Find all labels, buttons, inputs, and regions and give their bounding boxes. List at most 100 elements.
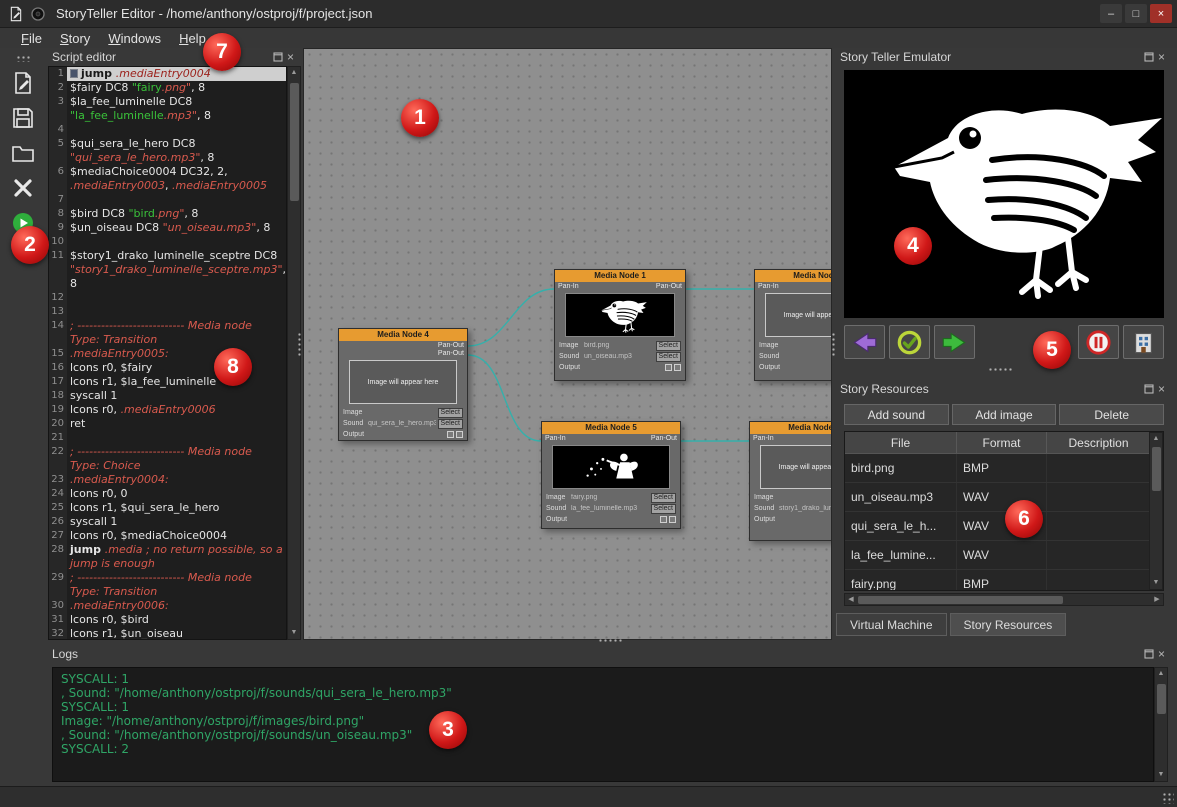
select-button[interactable]: Select: [651, 504, 676, 514]
close-panel-icon[interactable]: ×: [1155, 383, 1168, 396]
script-editor-header: Script editor ×: [48, 48, 301, 66]
port-in-label: Pan-In: [758, 283, 779, 291]
resize-grip[interactable]: [1162, 792, 1174, 804]
select-button[interactable]: Select: [656, 341, 681, 351]
delete-button[interactable]: Delete: [1059, 404, 1164, 425]
new-script-button[interactable]: [10, 70, 36, 96]
code-line: 10: [49, 235, 286, 249]
back-button[interactable]: [844, 325, 885, 359]
close-panel-icon[interactable]: ×: [1155, 648, 1168, 661]
code-line: 14; --------------------------- Media no…: [49, 319, 286, 333]
select-button[interactable]: Select: [438, 408, 463, 418]
code-line: 2$fairy DC8 "fairy.png", 8: [49, 81, 286, 95]
media-node[interactable]: Media Node 4Pan-OutPan-OutImage will app…: [338, 328, 468, 441]
home-button[interactable]: [1123, 325, 1164, 359]
logs-header: Logs ×: [48, 645, 1172, 663]
add-sound-button[interactable]: Add sound: [844, 404, 949, 425]
column-header-description[interactable]: Description: [1047, 432, 1151, 453]
scroll-left-icon[interactable]: ◀: [845, 594, 857, 605]
column-header-format[interactable]: Format: [957, 432, 1047, 453]
column-header-file[interactable]: File: [845, 432, 957, 453]
table-hscrollbar[interactable]: ◀ ▶: [844, 593, 1164, 606]
close-panel-icon[interactable]: ×: [284, 51, 297, 64]
output-icon[interactable]: [669, 516, 676, 523]
menu-file[interactable]: File: [12, 30, 51, 47]
add-image-button[interactable]: Add image: [952, 404, 1057, 425]
table-row[interactable]: un_oiseau.mp3WAV: [845, 483, 1151, 512]
emulator-screen: [844, 70, 1164, 318]
scroll-down-icon[interactable]: ▼: [1155, 769, 1167, 781]
select-button[interactable]: Select: [438, 419, 463, 429]
scrollbar-thumb[interactable]: [1157, 684, 1166, 714]
scrollbar-thumb[interactable]: [290, 83, 299, 201]
scrollbar-thumb[interactable]: [1152, 447, 1161, 491]
close-panel-icon[interactable]: ×: [1155, 51, 1168, 64]
image-placeholder: Image will appear here: [765, 293, 832, 337]
code-line: 28jump .media ; no return possible, so a: [49, 543, 286, 557]
select-button[interactable]: Select: [656, 352, 681, 362]
code-line: 6$mediaChoice0004 DC32, 2,: [49, 165, 286, 179]
tab-story-resources[interactable]: Story Resources: [950, 613, 1067, 636]
port-out-label: Pan-Out: [438, 350, 464, 358]
scroll-down-icon[interactable]: ▼: [1150, 577, 1162, 589]
node-title: Media Node 1: [555, 270, 685, 282]
code-line: 8: [49, 277, 286, 291]
table-scrollbar[interactable]: ▲ ▼: [1149, 432, 1163, 590]
output-icon[interactable]: [660, 516, 667, 523]
title-bar[interactable]: StoryTeller Editor - /home/anthony/ostpr…: [0, 0, 1177, 28]
output-icon[interactable]: [665, 364, 672, 371]
output-icon[interactable]: [447, 431, 454, 438]
code-line: 20ret: [49, 417, 286, 431]
media-node[interactable]: Media Node 5Pan-InPan-OutImagefairy.pngS…: [541, 421, 681, 529]
delete-button[interactable]: [10, 175, 36, 201]
media-node[interactable]: Media Node 1Pan-InPan-OutImagebird.pngSe…: [554, 269, 686, 381]
table-row[interactable]: fairy.pngBMP: [845, 570, 1151, 591]
select-button[interactable]: Select: [651, 493, 676, 503]
menu-windows[interactable]: Windows: [99, 30, 170, 47]
table-row[interactable]: qui_sera_le_h...WAV: [845, 512, 1151, 541]
scrollbar-thumb[interactable]: [858, 596, 1063, 604]
scroll-down-icon[interactable]: ▼: [288, 627, 300, 639]
logs-scrollbar[interactable]: ▲ ▼: [1154, 667, 1168, 782]
undock-panel-icon[interactable]: [1142, 383, 1155, 396]
scroll-right-icon[interactable]: ▶: [1151, 594, 1163, 605]
splitter-grip[interactable]: [598, 638, 624, 643]
code-area[interactable]: 1jump .mediaEntry00042$fairy DC8 "fairy.…: [48, 66, 287, 640]
table-row[interactable]: la_fee_lumine...WAV: [845, 541, 1151, 570]
output-icon[interactable]: [456, 431, 463, 438]
open-button[interactable]: [10, 140, 36, 166]
menu-story[interactable]: Story: [51, 30, 99, 47]
splitter-grip[interactable]: [831, 332, 836, 357]
script-app-icon: [8, 6, 24, 22]
next-button[interactable]: [934, 325, 975, 359]
close-button[interactable]: ×: [1150, 4, 1172, 23]
media-node[interactable]: Media Node 3Pan-InImage will appear here…: [749, 421, 832, 541]
output-icon[interactable]: [674, 364, 681, 371]
log-line: Image: "/home/anthony/ostproj/f/images/b…: [61, 714, 1145, 728]
pause-button[interactable]: [1078, 325, 1119, 359]
toolbar-buttons: [0, 48, 46, 236]
scroll-up-icon[interactable]: ▲: [1155, 668, 1167, 680]
undock-panel-icon[interactable]: [1142, 51, 1155, 64]
annotation-badge-7: 7: [203, 33, 241, 71]
node-graph-canvas[interactable]: Media Node 4Pan-OutPan-OutImage will app…: [303, 48, 832, 640]
undock-panel-icon[interactable]: [271, 51, 284, 64]
splitter-grip[interactable]: [988, 367, 1014, 372]
ok-button[interactable]: [889, 325, 930, 359]
undock-panel-icon[interactable]: [1142, 648, 1155, 661]
scroll-up-icon[interactable]: ▲: [1150, 433, 1162, 445]
maximize-button[interactable]: □: [1125, 4, 1147, 23]
tab-virtual-machine[interactable]: Virtual Machine: [836, 613, 947, 636]
annotation-badge-8: 8: [214, 348, 252, 386]
media-node[interactable]: Media Node 2Pan-InImage will appear here…: [754, 269, 832, 381]
code-line: 12: [49, 291, 286, 305]
scroll-up-icon[interactable]: ▲: [288, 67, 300, 79]
window-title: StoryTeller Editor - /home/anthony/ostpr…: [56, 0, 372, 28]
toolbar-grip[interactable]: [16, 55, 30, 62]
save-button[interactable]: [10, 105, 36, 131]
splitter-grip[interactable]: [297, 332, 302, 357]
status-bar: [0, 786, 1177, 807]
minimize-button[interactable]: –: [1100, 4, 1122, 23]
table-row[interactable]: bird.pngBMP: [845, 454, 1151, 483]
resources-panel: Story Resources × Add soundAdd imageDele…: [836, 380, 1172, 606]
